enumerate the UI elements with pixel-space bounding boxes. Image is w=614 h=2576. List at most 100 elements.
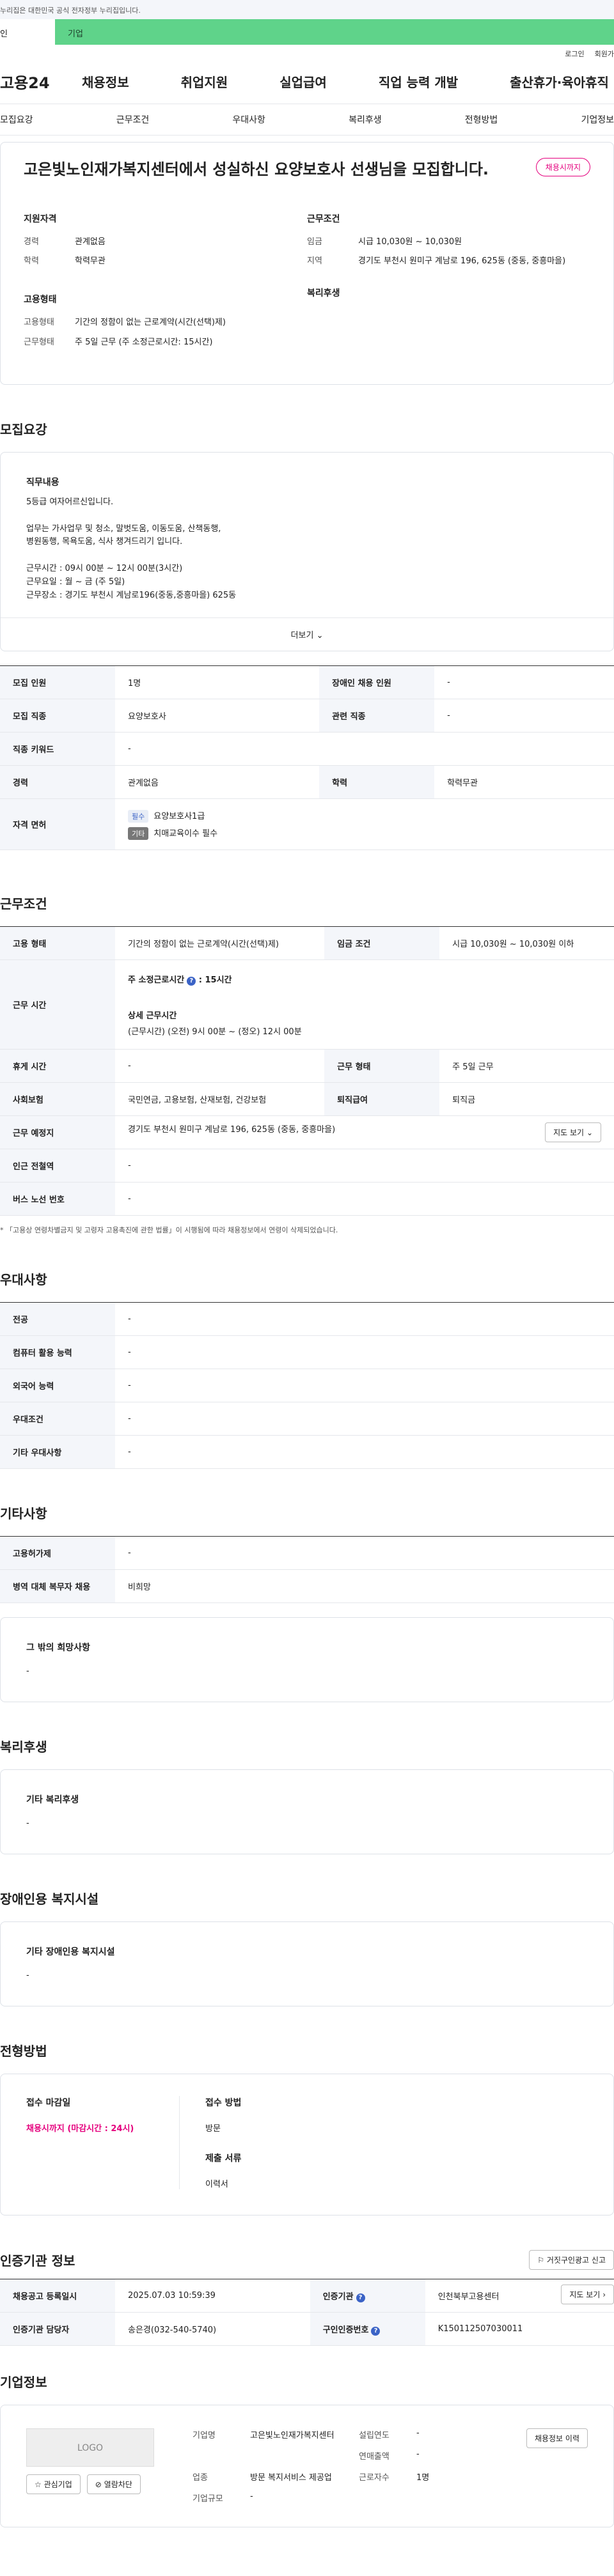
etc-table: 고용허가제 - 병역 대체 복무자 채용 비희망 <box>0 1536 614 1604</box>
table-row: 사회보험 국민연금, 고용보험, 산재보험, 건강보험 퇴직급여 퇴직금 <box>0 1082 614 1117</box>
table-row: 근무 예정지 경기도 부천시 원미구 계남로 196, 625동 (중동, 중흥… <box>0 1115 614 1150</box>
selection-box: 접수 마감일 채용시까지 (마감시간 : 24시) 접수 방법 방문 제출 서류… <box>0 2074 614 2216</box>
table-row: 모집 직종 요양보호사 관련 직종 - <box>0 699 614 733</box>
etc-wish-title: 그 밖의 희망사항 <box>26 1643 90 1654</box>
work-table: 고용 형태 기간의 정함이 없는 근로계약(시간(선택)제) 임금 조건 시급 10… <box>0 926 614 1216</box>
deadline-value: 채용시까지 (마감시간 : 24시) <box>26 2124 134 2134</box>
work-form-value: 주 5일 근무 (주 소정근로시간: 15시간) <box>75 337 213 347</box>
agency-header: 인증기관 정보 ⚐ 거짓구인광고 신고 <box>0 2250 614 2270</box>
agency-map-button[interactable]: 지도 보기 › <box>561 2285 614 2305</box>
table-value: - <box>115 1335 614 1370</box>
welfare-box-value: - <box>26 1819 29 1829</box>
corp-sales-label: 연매출액 <box>359 2452 390 2462</box>
recruit-table: 모집 인원 1명 장애인 채용 인원 - 모집 직종 요양보호사 관련 직종 - 직종 … <box>0 665 614 851</box>
gnb-item-skill-development[interactable]: 직업 능력 개발 <box>374 72 463 91</box>
more-button[interactable]: 더보기 ⌄ <box>1 617 613 651</box>
snb-item-welfare[interactable]: 복리후생 <box>349 113 382 126</box>
work-place-value: 경기도 부천시 원미구 계남로 196, 625동 (중동, 중흥마을) <box>128 1125 336 1135</box>
chevron-down-icon: ⌄ <box>586 1128 593 1138</box>
table-value: K150112507030011 <box>425 2312 614 2347</box>
company-box: LOGO ☆ 관심기업 ⊘ 열람차단 기업명 고은빛노인재가복지센터 설립연도 - … <box>0 2405 614 2528</box>
report-fake-ad-button[interactable]: ⚐ 거짓구인광고 신고 <box>529 2250 614 2270</box>
table-label: 사회보험 <box>0 1082 115 1117</box>
corp-year-value: - <box>416 2428 420 2439</box>
work-form-label: 근무형태 <box>24 337 54 347</box>
table-value: 요양보호사 <box>115 699 320 733</box>
table-label: 퇴직급여 <box>324 1082 440 1117</box>
weekly-hours-label: 주 소정근로시간 <box>128 975 185 985</box>
gnb-item-parental-leave[interactable]: 출산휴가·육아휴직 <box>505 72 614 91</box>
map-button[interactable]: 지도 보기 ⌄ <box>545 1122 601 1143</box>
table-row: 버스 노선 번호 - <box>0 1182 614 1216</box>
table-value: - <box>115 1302 614 1337</box>
gnb-item-unemployment-benefit[interactable]: 실업급여 <box>274 72 332 91</box>
section-welfare-title: 복리후생 <box>0 1739 47 1755</box>
table-row: 기타 우대사항 - <box>0 1435 614 1470</box>
table-value: 1명 <box>115 665 320 700</box>
corp-biz-value: 방문 복지서비스 제공업 <box>250 2473 332 2483</box>
table-row: 병역 대체 복무자 채용 비희망 <box>0 1569 614 1604</box>
table-label: 자격 면허 <box>0 798 115 851</box>
site-logo[interactable]: 고용24 <box>0 70 77 93</box>
table-row: 전공 - <box>0 1302 614 1337</box>
corp-sales-value: - <box>416 2449 420 2460</box>
login-link[interactable]: 로그인 <box>565 49 584 59</box>
section-agency-title: 인증기관 정보 <box>0 2253 75 2269</box>
table-value: 관계없음 <box>115 765 320 800</box>
section-selection-title: 전형방법 <box>0 2044 47 2060</box>
table-label: 버스 노선 번호 <box>0 1182 115 1216</box>
docs-value: 이력서 <box>205 2180 228 2190</box>
company-logo: LOGO <box>26 2428 154 2467</box>
table-value: - <box>115 1049 325 1083</box>
gnb-menu: 채용정보 취업지원 실업급여 직업 능력 개발 출산휴가·육아휴직 <box>77 72 614 91</box>
table-label: 관련 직종 <box>319 699 435 733</box>
table-label: 기타 우대사항 <box>0 1435 115 1470</box>
tab-corporate[interactable]: 기업 <box>55 19 83 45</box>
welfare-box: 기타 복리후생 - <box>0 1769 614 1855</box>
snb-item-work-conditions[interactable]: 근무조건 <box>116 113 150 126</box>
table-value: - <box>115 732 614 766</box>
block-icon: ⊘ <box>95 2480 102 2490</box>
table-label: 인근 전철역 <box>0 1149 115 1183</box>
hiring-history-button[interactable]: 채용정보 이력 <box>526 2428 588 2449</box>
snb-item-selection[interactable]: 전형방법 <box>465 113 498 126</box>
conditions-heading: 근무조건 <box>307 214 340 224</box>
table-value: 시급 10,030원 ~ 10,030원 이하 <box>439 926 614 961</box>
section-etc-title: 기타사항 <box>0 1506 47 1522</box>
table-label: 병역 대체 복무자 채용 <box>0 1569 115 1604</box>
signup-link[interactable]: 회원가 <box>595 49 614 59</box>
gnb-item-jobs[interactable]: 채용정보 <box>77 72 134 91</box>
table-row: 외국어 능력 - <box>0 1369 614 1403</box>
table-label: 고용허가제 <box>0 1536 115 1571</box>
table-row: 컴퓨터 활용 능력 - <box>0 1335 614 1370</box>
section-nav: 모집요강 근무조건 우대사항 복리후생 전형방법 기업정보 <box>0 104 614 136</box>
table-value: 비희망 <box>115 1569 614 1604</box>
license-tag: 필수 <box>128 809 149 823</box>
emp-type-label: 고용형태 <box>24 318 54 328</box>
table-value: 주 5일 근무 <box>439 1049 614 1083</box>
duty-title: 직무내용 <box>26 477 59 488</box>
table-value: - <box>115 1435 614 1470</box>
education-label: 학력 <box>24 256 39 267</box>
table-row: 모집 인원 1명 장애인 채용 인원 - <box>0 665 614 700</box>
table-label: 직종 키워드 <box>0 732 115 766</box>
snb-item-recruit[interactable]: 모집요강 <box>0 113 33 126</box>
table-label: 학력 <box>319 765 435 800</box>
section-corp-title: 기업정보 <box>0 2375 47 2391</box>
region-label: 지역 <box>307 256 322 267</box>
help-icon[interactable]: ? <box>371 2326 381 2336</box>
table-label: 장애인 채용 인원 <box>319 665 435 700</box>
snb-item-company[interactable]: 기업정보 <box>581 113 614 126</box>
snb-item-preferences[interactable]: 우대사항 <box>232 113 265 126</box>
help-icon[interactable]: ? <box>187 976 196 986</box>
favorite-label: 관심기업 <box>43 2480 72 2490</box>
tab-personal[interactable]: 인 <box>0 19 55 45</box>
favorite-company-button[interactable]: ☆ 관심기업 <box>26 2474 81 2495</box>
method-label: 접수 방법 <box>205 2098 242 2109</box>
wage-value: 시급 10,030원 ~ 10,030원 <box>358 237 462 247</box>
gnb-item-employment-support[interactable]: 취업지원 <box>176 72 233 91</box>
agency-map-label: 지도 보기 <box>569 2290 601 2300</box>
megaphone-icon: ⚐ <box>537 2256 545 2265</box>
block-view-button[interactable]: ⊘ 열람차단 <box>86 2474 141 2495</box>
table-label: 우대조건 <box>0 1402 115 1436</box>
